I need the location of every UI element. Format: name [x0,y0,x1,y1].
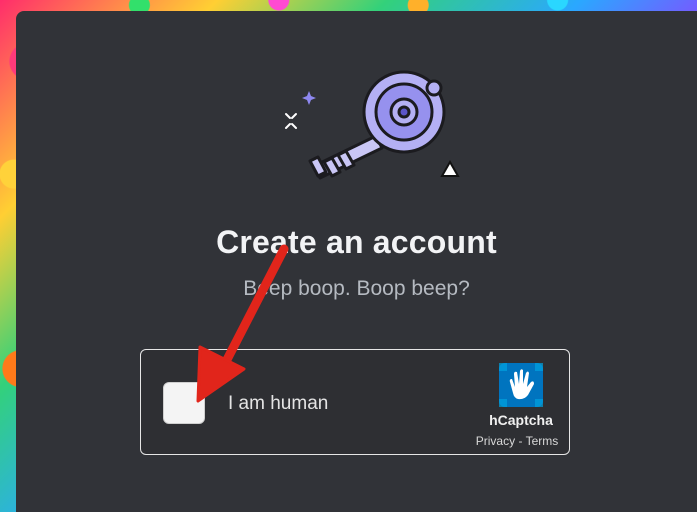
register-card: Create an account Beep boop. Boop beep? … [16,11,697,512]
privacy-link[interactable]: Privacy [476,434,515,448]
key-illustration-icon [285,70,460,180]
links-separator: - [515,434,526,448]
page-subtitle: Beep boop. Boop beep? [243,277,470,300]
hcaptcha-brand: hCaptcha [489,412,553,428]
hcaptcha-logo-icon [499,363,543,407]
hcaptcha-widget: I am human hCaptcha Privacy - Terms [140,349,570,455]
human-checkbox[interactable] [163,382,205,424]
page-title: Create an account [216,224,497,260]
human-checkbox-label: I am human [228,393,329,414]
hcaptcha-links: Privacy - Terms [457,434,577,448]
terms-link[interactable]: Terms [526,434,559,448]
